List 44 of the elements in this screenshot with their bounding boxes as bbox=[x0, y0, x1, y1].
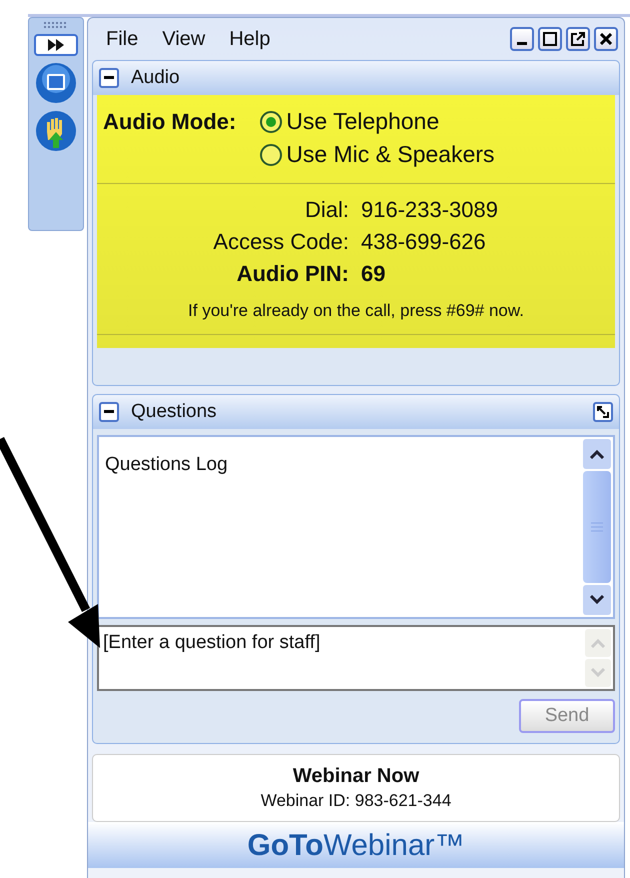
webinar-title: Webinar Now bbox=[292, 764, 420, 789]
close-icon bbox=[600, 33, 612, 45]
menu-item[interactable]: View bbox=[162, 24, 206, 54]
field-label: Dial: bbox=[304, 196, 349, 224]
log-title: Questions Log bbox=[105, 454, 228, 475]
scrollbar[interactable] bbox=[581, 437, 613, 617]
scroll-down-icon[interactable] bbox=[589, 595, 605, 605]
audio-mode-label: Audio Mode: bbox=[103, 108, 236, 136]
close-button[interactable] bbox=[594, 27, 618, 51]
minimize-button[interactable] bbox=[510, 27, 534, 51]
scroll-up-icon[interactable] bbox=[589, 449, 605, 459]
minus-icon bbox=[104, 76, 114, 80]
panel-title: Questions bbox=[131, 400, 217, 424]
call-instruction: If you're already on the call, press #69# now. bbox=[187, 300, 525, 322]
collapse-button[interactable] bbox=[99, 68, 119, 88]
field-value: 438-699-626 bbox=[361, 228, 487, 256]
raise-hand-icon[interactable] bbox=[35, 110, 77, 152]
radio-label[interactable]: Use Telephone bbox=[286, 105, 440, 138]
logo: GoToWebinar™ bbox=[247, 828, 465, 864]
menu-item[interactable]: File bbox=[106, 24, 138, 54]
panel-title: Audio bbox=[131, 66, 180, 90]
minimize-icon bbox=[517, 42, 527, 44]
scroll-thumb[interactable] bbox=[583, 471, 611, 583]
collapse-button[interactable] bbox=[99, 402, 119, 422]
pop-out-button[interactable] bbox=[593, 402, 613, 422]
field-value: 69 bbox=[361, 260, 386, 288]
radio-label[interactable]: Use Mic & Speakers bbox=[286, 138, 495, 171]
pop-out-button[interactable] bbox=[566, 27, 590, 51]
pop-out-icon bbox=[571, 32, 585, 46]
maximize-icon bbox=[543, 32, 557, 46]
pop-out-icon bbox=[597, 406, 609, 418]
fast-forward-icon bbox=[46, 39, 66, 51]
grip-icon bbox=[44, 22, 68, 28]
screen-icon[interactable] bbox=[35, 62, 77, 104]
minus-icon bbox=[104, 410, 114, 414]
webinar-id: Webinar ID: 983-621-344 bbox=[260, 790, 452, 812]
field-label: Access Code: bbox=[212, 228, 349, 256]
expand-button[interactable] bbox=[34, 34, 78, 56]
field-label: Audio PIN: bbox=[236, 260, 349, 288]
maximize-button[interactable] bbox=[538, 27, 562, 51]
radio-button[interactable] bbox=[260, 144, 282, 166]
field-value: 916-233-3089 bbox=[361, 196, 500, 224]
radio-button[interactable] bbox=[260, 110, 282, 132]
menu-item[interactable]: Help bbox=[229, 24, 270, 54]
